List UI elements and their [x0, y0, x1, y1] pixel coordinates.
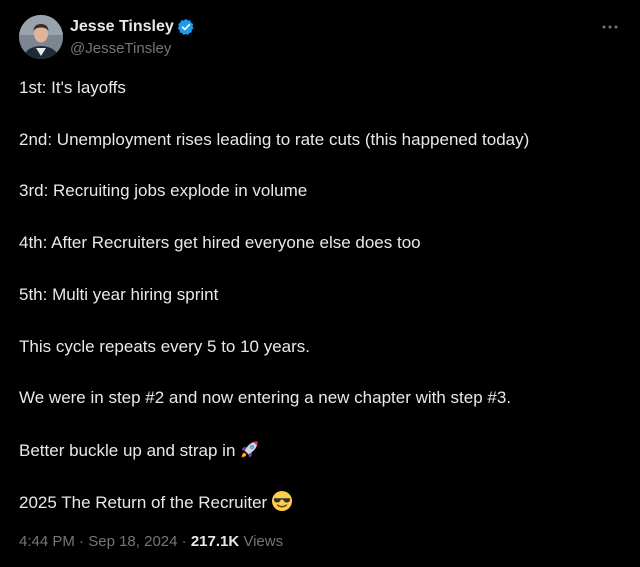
tweet-time[interactable]: 4:44 PM — [19, 533, 75, 550]
tweet-line-4: 4th: After Recruiters get hired everyone… — [19, 233, 421, 252]
tweet-date[interactable]: Sep 18, 2024 — [88, 533, 177, 550]
author-handle[interactable]: @JesseTinsley — [70, 40, 195, 57]
author-name[interactable]: Jesse Tinsley — [70, 18, 174, 36]
sunglasses-emoji — [271, 490, 293, 512]
tweet-line-8: Better buckle up and strap in — [19, 441, 236, 460]
rocket-emoji — [239, 438, 261, 460]
tweet-line-1: 1st: It's layoffs — [19, 78, 126, 97]
avatar[interactable] — [19, 15, 63, 59]
verified-badge-icon — [177, 18, 195, 36]
tweet-line-7: We were in step #2 and now entering a ne… — [19, 388, 512, 407]
more-options-icon[interactable] — [598, 19, 622, 35]
author-block: Jesse Tinsley @JesseTinsley — [70, 17, 195, 57]
tweet-line-9-row: 2025 The Return of the Recruiter — [19, 490, 293, 514]
views-count[interactable]: 217.1K — [191, 533, 239, 550]
tweet-line-8-row: Better buckle up and strap in — [19, 438, 261, 462]
tweet-line-6: This cycle repeats every 5 to 10 years. — [19, 337, 311, 356]
meta-separator: · — [79, 533, 85, 550]
tweet-line-3: 3rd: Recruiting jobs explode in volume — [19, 181, 308, 200]
tweet-line-5: 5th: Multi year hiring sprint — [19, 285, 219, 304]
tweet-line-2: 2nd: Unemployment rises leading to rate … — [19, 130, 530, 149]
name-row: Jesse Tinsley — [70, 17, 195, 37]
meta-separator: · — [181, 533, 187, 550]
views-label: Views — [243, 533, 284, 550]
tweet-line-9: 2025 The Return of the Recruiter — [19, 493, 268, 512]
tweet-meta: 4:44 PM · Sep 18, 2024 · 217.1K Views — [19, 533, 283, 550]
